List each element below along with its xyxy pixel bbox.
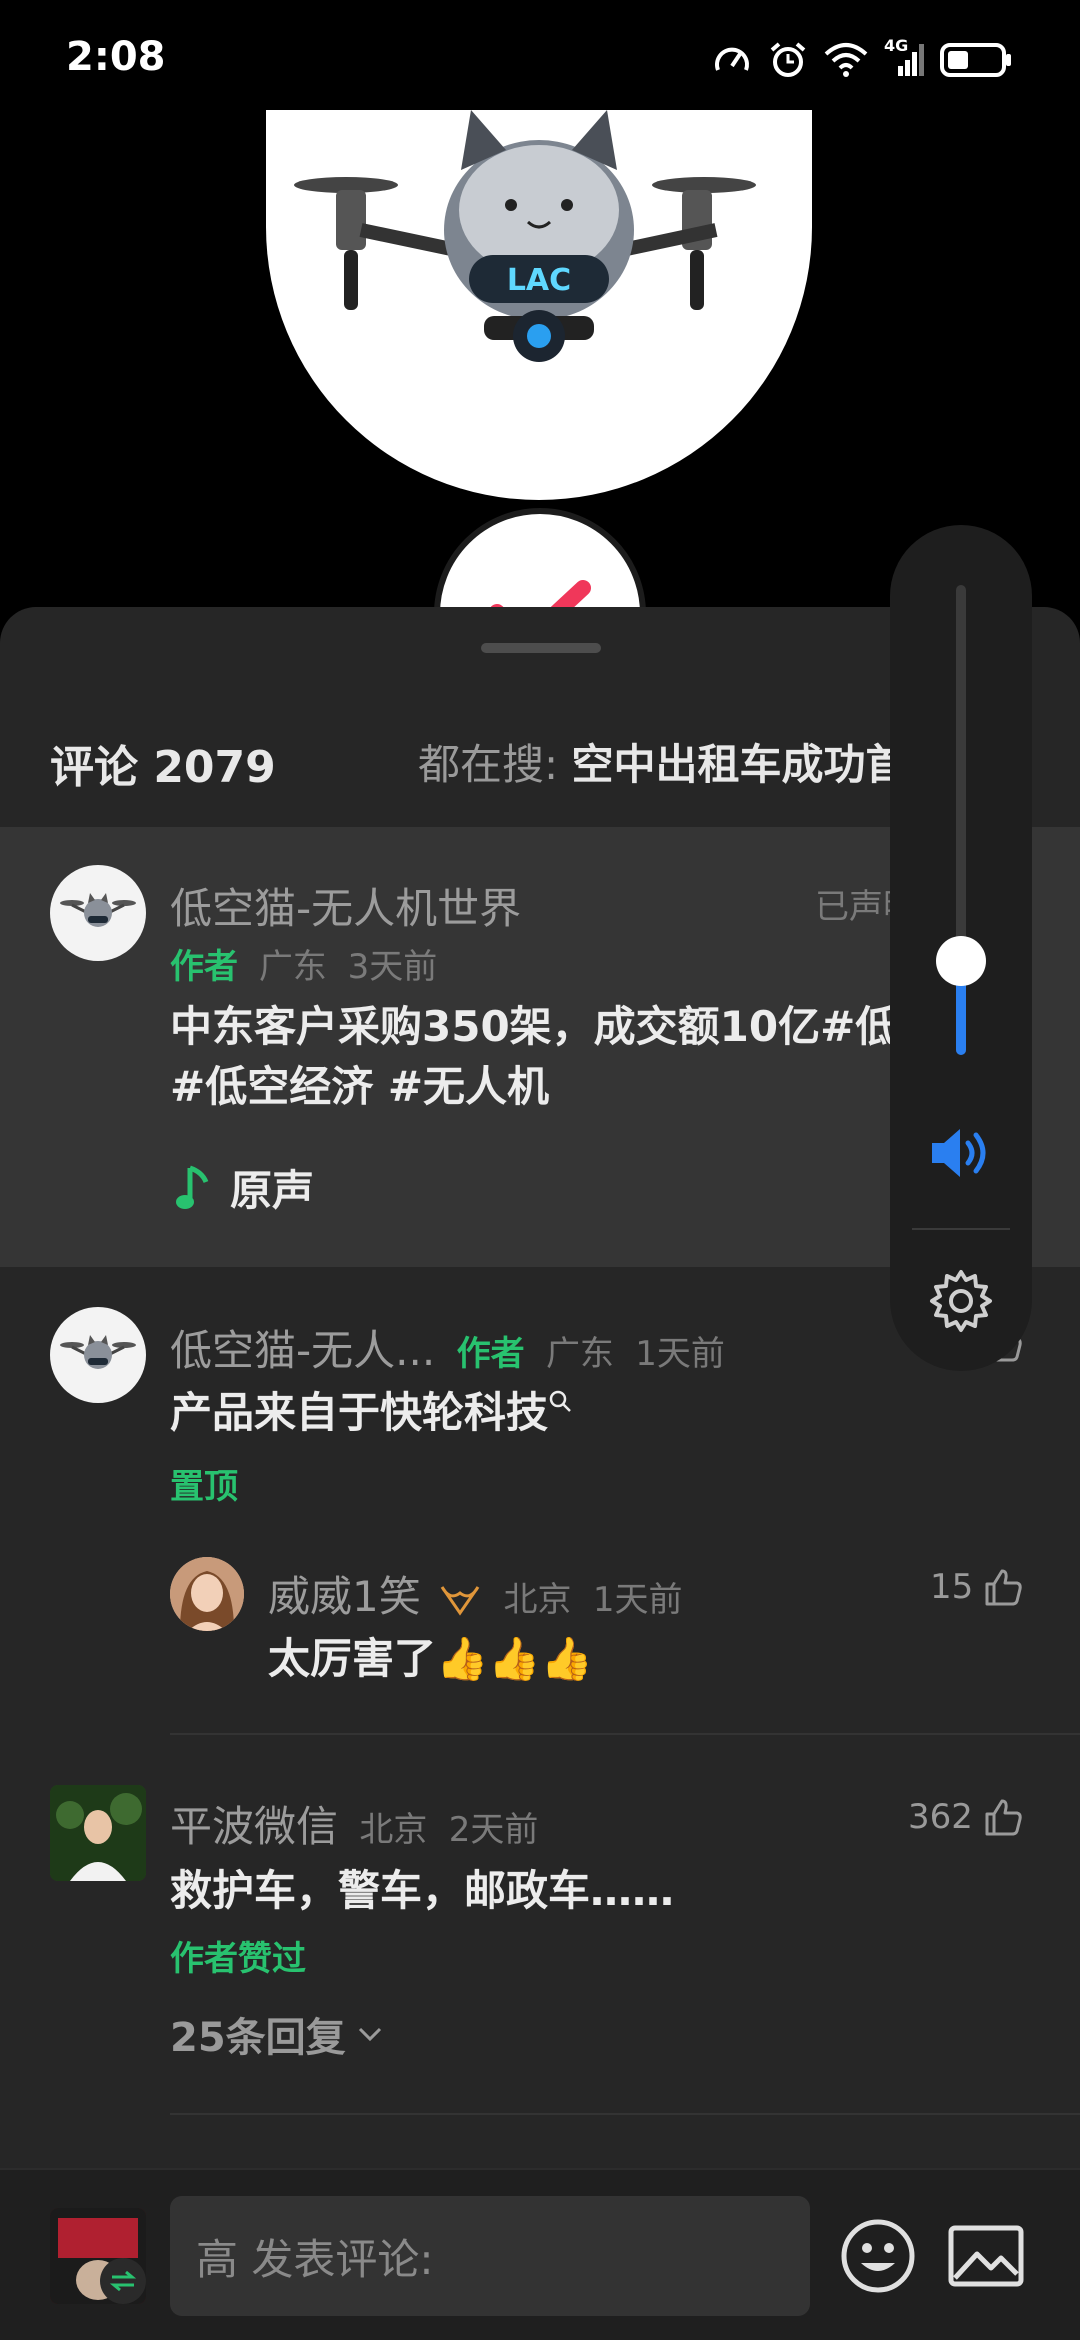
avatar[interactable]	[50, 1307, 146, 1403]
pinned-label: 置顶	[170, 1467, 238, 1507]
emoji-icon	[841, 2219, 915, 2293]
avatar[interactable]	[170, 1557, 244, 1631]
wifi-icon	[824, 42, 868, 78]
comment-input[interactable]: 高 发表评论:	[170, 2196, 810, 2316]
sound-settings-button[interactable]	[928, 1268, 994, 1338]
liked-by-author-label: 作者赞过	[170, 1939, 306, 1979]
comment-time: 1天前	[635, 1334, 725, 1374]
chevron-down-icon	[358, 2027, 381, 2042]
status-icons: 4G	[712, 36, 1012, 80]
image-button[interactable]	[944, 2214, 1028, 2298]
switch-icon	[100, 2258, 146, 2304]
volume-panel	[890, 525, 1032, 1371]
comment-text: 太厉害了👍👍👍	[268, 1634, 593, 1683]
music-note-icon	[176, 1165, 209, 1209]
post-author-name[interactable]: 低空猫-无人机世界	[170, 875, 521, 936]
like-button[interactable]: 362	[908, 1797, 1023, 1837]
battery-icon	[940, 42, 1012, 78]
creator-avatar-large[interactable]: LAC	[266, 110, 812, 500]
drone-avatar-icon	[60, 1335, 136, 1369]
trending-prefix: 都在搜:	[418, 740, 559, 789]
alarm-icon	[768, 40, 808, 80]
author-tag: 作者	[170, 947, 238, 987]
comment-author-name[interactable]: 平波微信 北京 2天前	[170, 1793, 538, 1854]
replies-count: 25条回复	[170, 2015, 346, 2061]
music-label: 原声	[230, 1166, 315, 1215]
comment-location: 北京	[503, 1580, 572, 1620]
comment-author-name[interactable]: 低空猫-无人... 作者 广东 1天前	[170, 1317, 725, 1378]
speaker-icon	[932, 1129, 986, 1177]
video-area[interactable]: LAC	[0, 110, 1080, 720]
post-time: 3天前	[347, 947, 438, 987]
comment-author-text: 平波微信	[170, 1802, 339, 1851]
video-thumbnail[interactable]	[50, 2208, 146, 2304]
logo-text: LAC	[507, 263, 571, 298]
thumbs-up-icon	[985, 1569, 1022, 1606]
gear-icon	[930, 1270, 992, 1332]
drone-avatar-icon	[60, 893, 136, 927]
like-count: 15	[930, 1567, 974, 1607]
divider	[170, 1733, 1080, 1735]
network-type: 4G	[884, 36, 909, 55]
post-meta: 作者 广东 3天前	[170, 939, 437, 988]
drone-cat-logo-icon: LAC	[294, 110, 756, 362]
search-icon	[549, 1390, 571, 1412]
thumbs-up-icon	[985, 1799, 1022, 1836]
emoji-button[interactable]	[836, 2214, 920, 2298]
divider	[170, 2113, 1080, 2115]
avatar[interactable]	[50, 1785, 146, 1881]
comment-author-text: 威威1笑	[268, 1572, 421, 1621]
volume-slider-knob[interactable]	[936, 936, 986, 986]
comment-text-prefix: 产品来自于	[170, 1388, 381, 1437]
comment-author-name[interactable]: 威威1笑 北京 1天前	[268, 1563, 682, 1624]
status-bar: 2:08 4G	[0, 0, 1080, 120]
like-button[interactable]: 15	[930, 1567, 1023, 1607]
speaker-button[interactable]	[928, 1123, 994, 1187]
man-avatar-icon	[50, 1785, 146, 1881]
expand-replies-button[interactable]: 25条回复	[170, 2005, 384, 2063]
music-link[interactable]: 原声	[176, 1157, 314, 1218]
woman-avatar-icon	[170, 1557, 244, 1631]
cellular-signal-icon: 4G	[884, 36, 924, 78]
comment-time: 2天前	[448, 1810, 539, 1850]
like-count: 362	[908, 1797, 973, 1837]
comment-text: 产品来自于快轮科技	[170, 1383, 574, 1443]
comment-time: 1天前	[592, 1580, 683, 1620]
comment-input-bar: 高 发表评论:	[0, 2168, 1080, 2340]
comment-location: 北京	[359, 1810, 428, 1850]
comment-search-link[interactable]: 快轮科技	[380, 1388, 548, 1437]
avatar[interactable]	[50, 865, 146, 961]
sheet-drag-handle[interactable]	[481, 643, 601, 653]
ribbon-badge-icon	[440, 1585, 480, 1616]
comment-author-text: 低空猫-无人...	[170, 1326, 436, 1375]
image-icon	[948, 2225, 1024, 2287]
volume-panel-divider	[912, 1228, 1010, 1230]
comment-location: 广东	[545, 1334, 614, 1374]
comment-text: 救护车，警车，邮政车……	[170, 1866, 675, 1915]
comment-count: 评论 2079	[50, 742, 276, 793]
speed-icon	[712, 40, 752, 80]
post-location: 广东	[258, 947, 327, 987]
author-tag: 作者	[456, 1334, 525, 1374]
status-time: 2:08	[66, 34, 166, 80]
